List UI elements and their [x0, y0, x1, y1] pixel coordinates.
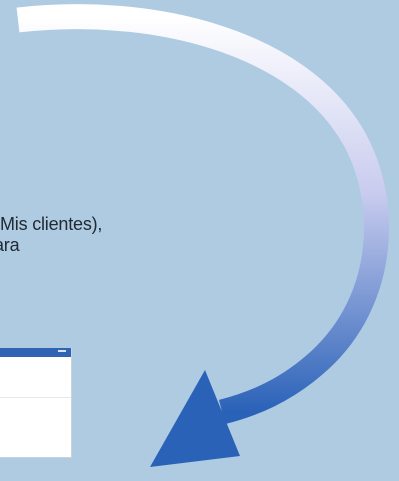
window-body: [0, 357, 71, 457]
window-titlebar: [0, 348, 71, 357]
slide-canvas: Mis clientes), ara: [0, 0, 399, 481]
minimize-icon: [58, 350, 66, 352]
caption-line-2: ara: [0, 235, 20, 255]
caption-line-1: Mis clientes),: [0, 214, 103, 234]
divider: [0, 397, 71, 398]
caption-text: Mis clientes), ara: [0, 214, 160, 256]
window-thumbnail: [0, 348, 72, 458]
